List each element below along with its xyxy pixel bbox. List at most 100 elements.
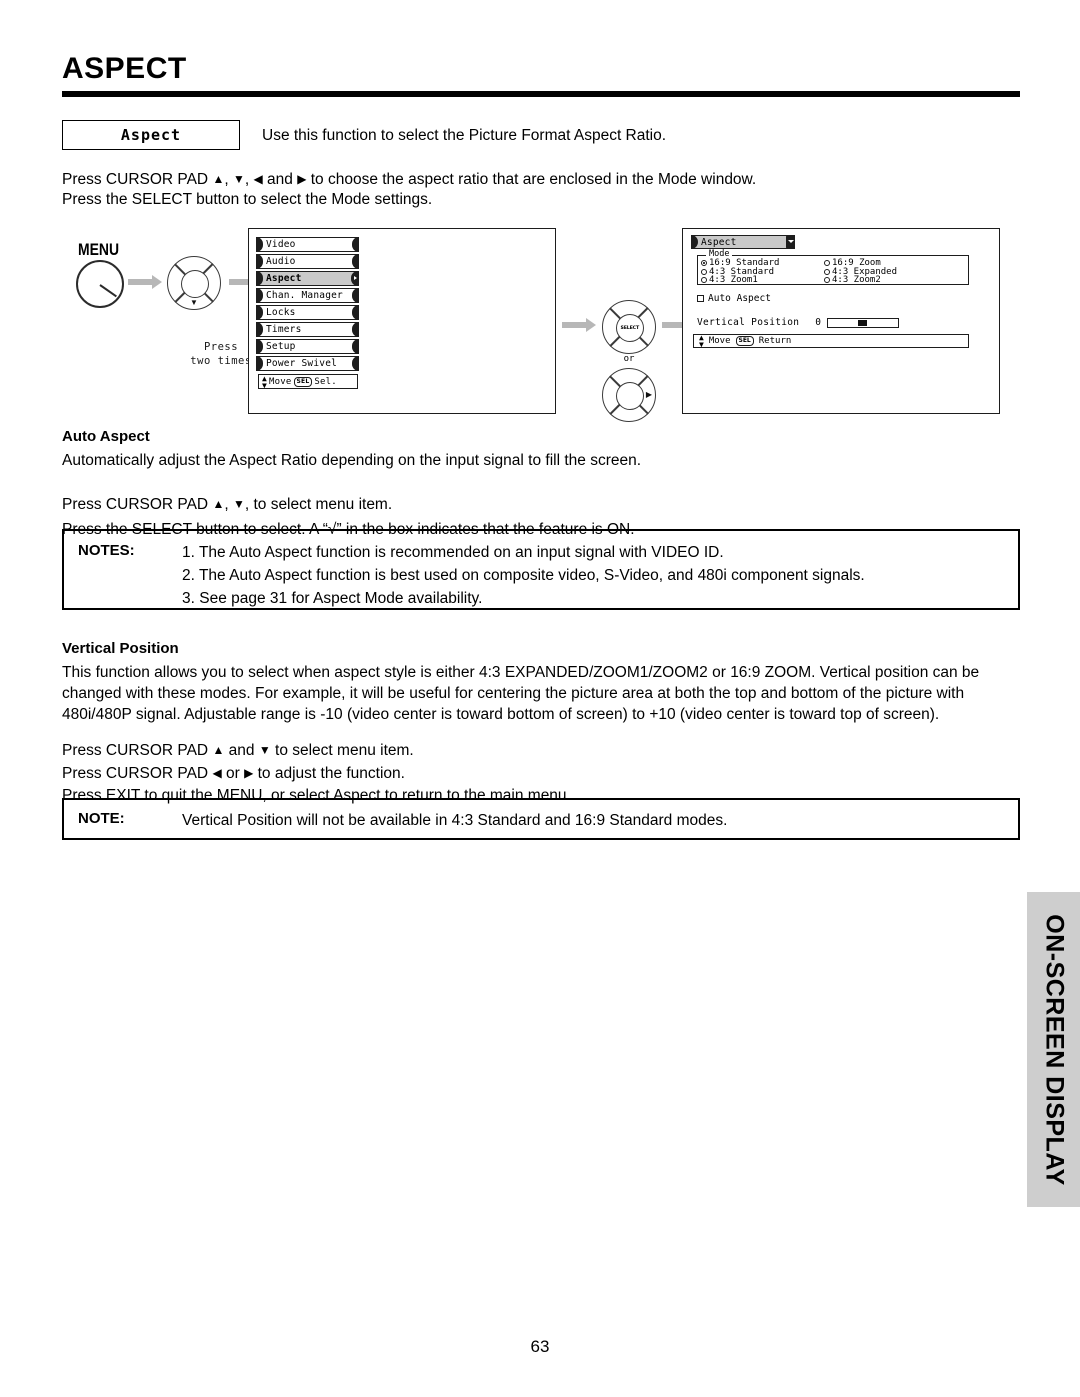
menu-item-locks[interactable]: Locks: [255, 304, 360, 320]
cursor-right-icon: ▶: [297, 172, 307, 186]
intro-line1-d: and: [262, 171, 298, 188]
osd-header-aspect[interactable]: Aspect: [690, 234, 796, 249]
main-menu-panel: Video Audio Aspect Chan. Manager Locks T…: [248, 228, 556, 414]
mode-option-label: 4:3 Zoom2: [832, 275, 881, 286]
radio-icon: [824, 260, 830, 267]
intro-instructions: Press CURSOR PAD ▲, ▼, ◀ and ▶ to choose…: [62, 170, 1022, 210]
intro-line1-e: to choose the aspect ratio that are encl…: [306, 171, 757, 188]
menu-item-video[interactable]: Video: [255, 236, 360, 252]
menu-item-label: Timers: [266, 324, 302, 335]
aa-instr1-a: Press CURSOR PAD: [62, 496, 213, 513]
intro-line-1: Press CURSOR PAD ▲, ▼, ◀ and ▶ to choose…: [62, 170, 1022, 190]
cursor-down-icon: ▼: [232, 172, 245, 186]
cursor-pad-down-icon: ▼: [167, 256, 221, 310]
menu-item-audio[interactable]: Audio: [255, 253, 360, 269]
vp-para-line-3: 480i/480P signal. Adjustable range is -1…: [62, 706, 940, 723]
menu-item-label: Chan. Manager: [266, 290, 343, 301]
pad-down-glyph: ▼: [190, 298, 198, 307]
vertical-position-row[interactable]: Vertical Position 0: [697, 317, 977, 328]
osd-footer-move-label: Move: [708, 336, 731, 346]
or-label: or: [623, 354, 635, 364]
osd-footer-bar: ▲ ▼ Move SEL Return: [693, 334, 969, 349]
radio-icon: [701, 260, 707, 267]
page-title: ASPECT: [62, 52, 187, 85]
vp-instr2-a: Press CURSOR PAD: [62, 765, 213, 782]
note-item-2: 2. The Auto Aspect function is best used…: [182, 567, 865, 584]
cursor-up-icon: ▲: [212, 172, 225, 186]
cursor-left-icon: ◀: [253, 172, 263, 186]
cursor-pad-select-icon: SELECT: [602, 300, 656, 354]
checkbox-icon: [697, 295, 704, 302]
vp-instr1-c: to select menu item.: [270, 742, 414, 759]
vertical-position-instruction-2: Press CURSOR PAD ◀ or ▶ to adjust the fu…: [62, 763, 1012, 784]
side-tab-label: ON-SCREEN DISPLAY: [1040, 913, 1068, 1186]
aa-instr1-b: ,: [224, 496, 233, 513]
flow-arrow-3: [562, 318, 596, 332]
menu-footer-bar: ▲ ▼ Move SEL Sel.: [258, 374, 358, 389]
aspect-description: Use this function to select the Picture …: [262, 127, 667, 144]
radio-icon: [824, 268, 830, 275]
menu-item-power-swivel[interactable]: Power Swivel: [255, 355, 360, 371]
intro-line-2: Press the SELECT button to select the Mo…: [62, 191, 433, 208]
vertical-position-slider[interactable]: [827, 317, 899, 328]
vertical-position-heading: Vertical Position: [62, 640, 179, 657]
menu-item-setup[interactable]: Setup: [255, 338, 360, 354]
manual-page: ASPECT Aspect Use this function to selec…: [0, 0, 1080, 1397]
chevron-down-icon: [786, 234, 796, 249]
cursor-right-icon: ▶: [244, 766, 254, 780]
menu-item-label: Aspect: [266, 273, 302, 284]
auto-aspect-checkbox-row[interactable]: Auto Aspect: [697, 293, 771, 304]
menu-item-label: Power Swivel: [266, 358, 338, 369]
osd-header-label: Aspect: [701, 236, 737, 248]
notes-label: NOTES:: [78, 542, 135, 559]
note-label: NOTE:: [78, 810, 125, 827]
auto-aspect-label: Auto Aspect: [708, 293, 771, 304]
aa-instr1-c: , to select menu item.: [244, 496, 393, 513]
cursor-down-icon: ▼: [258, 743, 271, 757]
vertical-position-label: Vertical Position: [697, 317, 800, 328]
pad-right-glyph: ▶: [645, 390, 652, 399]
menu-dial-icon: [76, 260, 124, 308]
slider-knob[interactable]: [858, 319, 867, 326]
sel-key-icon: SEL: [735, 336, 754, 346]
menu-item-chan-manager[interactable]: Chan. Manager: [255, 287, 360, 303]
vertical-position-instruction-1: Press CURSOR PAD ▲ and ▼ to select menu …: [62, 740, 1012, 761]
aspect-osd-panel: Aspect Mode 16:9 Standard 16:9 Zoom 4:3 …: [682, 228, 1000, 414]
menu-item-label: Video: [266, 239, 296, 250]
vertical-position-value: 0: [815, 317, 821, 328]
auto-aspect-instruction-1: Press CURSOR PAD ▲, ▼, to select menu it…: [62, 494, 1012, 515]
mode-option-4-3-zoom2[interactable]: 4:3 Zoom2: [824, 276, 964, 285]
menu-footer-sel-label: Sel.: [314, 376, 337, 387]
note-text: Vertical Position will not be available …: [182, 812, 728, 829]
title-rule: [62, 91, 1020, 97]
vp-instr2-b: or: [221, 765, 245, 782]
cursor-up-icon: ▲: [212, 743, 225, 757]
side-tab-on-screen-display: ON-SCREEN DISPLAY: [1027, 892, 1080, 1207]
mode-option-4-3-zoom1[interactable]: 4:3 Zoom1: [701, 276, 824, 285]
move-updown-icon: ▲ ▼: [262, 373, 268, 390]
mode-option-label: 4:3 Zoom1: [709, 275, 758, 286]
mode-group-box: Mode 16:9 Standard 16:9 Zoom 4:3 Standar…: [697, 249, 969, 285]
auto-aspect-heading: Auto Aspect: [62, 428, 150, 445]
vp-instr1-b: and: [224, 742, 259, 759]
cursor-pad-right-icon: ▶: [602, 368, 656, 422]
aspect-label-box: Aspect: [62, 120, 240, 150]
sel-key-icon: SEL: [293, 376, 313, 387]
auto-aspect-description: Automatically adjust the Aspect Ratio de…: [62, 452, 642, 469]
note-item-1: 1. The Auto Aspect function is recommend…: [182, 544, 724, 561]
mode-options-grid: 16:9 Standard 16:9 Zoom 4:3 Standard 4:3…: [701, 259, 967, 285]
vp-para-line-1: This function allows you to select when …: [62, 664, 980, 681]
menu-item-timers[interactable]: Timers: [255, 321, 360, 337]
menu-item-label: Locks: [266, 307, 296, 318]
vp-para-line-2: changed with these modes. For example, i…: [62, 685, 965, 702]
vp-instr2-c: to adjust the function.: [253, 765, 405, 782]
menu-item-aspect[interactable]: Aspect: [255, 270, 359, 286]
note-item-3: 3. See page 31 for Aspect Mode availabil…: [182, 590, 483, 607]
aspect-label-text: Aspect: [120, 126, 182, 144]
page-number: 63: [530, 1337, 550, 1356]
osd-footer-return-label: Return: [758, 336, 792, 346]
cursor-down-icon: ▼: [232, 497, 245, 511]
radio-icon: [824, 277, 830, 284]
cursor-left-icon: ◀: [212, 766, 222, 780]
vertical-position-paragraph: This function allows you to select when …: [62, 662, 1022, 725]
